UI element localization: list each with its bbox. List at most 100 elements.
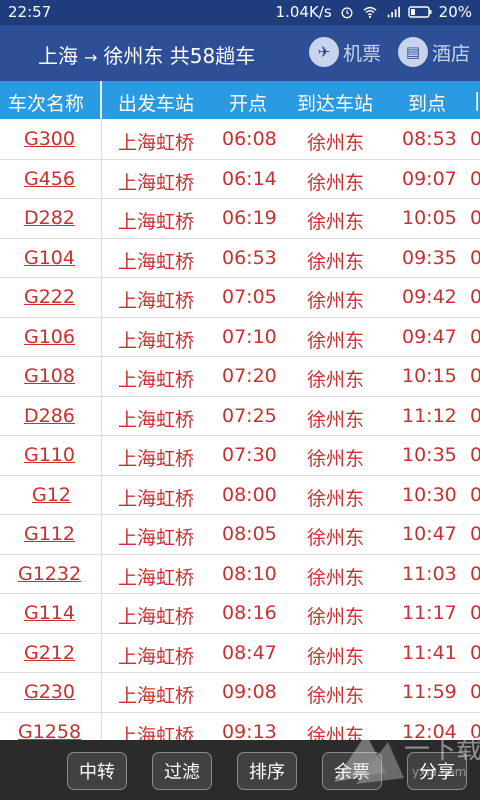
extra-cell: 0	[470, 523, 480, 545]
train-code[interactable]: G112	[24, 523, 75, 545]
hotel-button[interactable]: ▤ 酒店	[398, 37, 470, 67]
table-row[interactable]: G12 上海虹桥 08:00 徐州东 10:30 0	[0, 474, 480, 515]
arrival-time: 10:30	[402, 483, 457, 506]
extra-cell: 0	[470, 404, 480, 427]
arrival-time: 09:07	[402, 167, 457, 190]
table-row[interactable]: G110 上海虹桥 07:30 徐州东 10:35 0	[0, 435, 480, 476]
route-title: 上海 → 徐州东 共58趟车	[38, 40, 255, 69]
departure-station: 上海虹桥	[118, 211, 195, 233]
arrival-time: 11:59	[402, 681, 457, 703]
extra-cell: 0	[470, 681, 480, 703]
table-row[interactable]: D286 上海虹桥 07:25 徐州东 11:12 0	[0, 395, 480, 436]
table-row[interactable]: G104 上海虹桥 06:53 徐州东 09:35 0	[0, 237, 480, 278]
departure-time: 08:00	[222, 483, 277, 506]
transfer-button[interactable]: 中转	[67, 752, 127, 790]
arrival-station: 徐州东	[307, 685, 365, 707]
flight-button[interactable]: ✈ 机票	[309, 37, 381, 67]
departure-time: 08:05	[222, 523, 277, 545]
arrival-station: 徐州东	[307, 329, 365, 352]
arrival-time: 10:15	[402, 365, 457, 387]
network-speed: 1.04K/s	[275, 3, 332, 21]
table-row[interactable]: G114 上海虹桥 08:16 徐州东 11:17 0	[0, 593, 480, 634]
watermark-url: yxia.com	[412, 765, 466, 779]
col-departure-time[interactable]: 开点	[229, 89, 267, 116]
flight-label: 机票	[343, 42, 382, 65]
arrival-time: 08:53	[402, 128, 457, 150]
departure-station: 上海虹桥	[118, 606, 195, 628]
extra-cell: 0	[470, 641, 480, 664]
train-count: 共58趟车	[169, 44, 256, 68]
train-code[interactable]: G12	[32, 484, 71, 506]
extra-cell: 0	[470, 483, 480, 506]
arrival-station: 徐州东	[307, 408, 365, 431]
train-code[interactable]: G456	[24, 168, 75, 190]
train-code[interactable]: G104	[24, 247, 75, 269]
departure-station: 上海虹桥	[118, 724, 195, 741]
arrival-station: 徐州东	[307, 211, 365, 233]
table-row[interactable]: G112 上海虹桥 08:05 徐州东 10:47 0	[0, 514, 480, 555]
battery-icon	[407, 6, 432, 18]
departure-time: 06:19	[222, 207, 277, 229]
status-bar: 22:57 1.04K/s 20%	[0, 0, 480, 25]
table-row[interactable]: G1232 上海虹桥 08:10 徐州东 11:03 0	[0, 553, 480, 594]
arrival-station: 徐州东	[307, 527, 365, 549]
hotel-icon: ▤	[398, 37, 428, 67]
col-departure-station[interactable]: 出发车站	[118, 89, 194, 116]
arrival-station: 徐州东	[307, 448, 365, 470]
departure-time: 08:10	[222, 562, 277, 585]
departure-time: 06:08	[222, 128, 277, 150]
filter-button[interactable]: 过滤	[152, 752, 212, 790]
table-row[interactable]: G230 上海虹桥 09:08 徐州东 11:59 0	[0, 672, 480, 713]
train-code[interactable]: G222	[24, 286, 75, 308]
col-arrival-station[interactable]: 到达车站	[297, 89, 373, 116]
departure-time: 06:53	[222, 246, 277, 269]
col-train-name[interactable]: 车次名称	[8, 89, 84, 116]
departure-station: 上海虹桥	[118, 487, 195, 510]
table-row[interactable]: G106 上海虹桥 07:10 徐州东 09:47 0	[0, 316, 480, 357]
departure-station: 上海虹桥	[118, 171, 195, 194]
departure-station: 上海虹桥	[118, 645, 195, 668]
table-row[interactable]: D282 上海虹桥 06:19 徐州东 10:05 0	[0, 198, 480, 239]
table-row[interactable]: G456 上海虹桥 06:14 徐州东 09:07 0	[0, 158, 480, 199]
train-code[interactable]: G106	[24, 326, 75, 348]
train-code[interactable]: G212	[24, 642, 75, 664]
arrival-time: 09:35	[402, 246, 457, 269]
departure-station: 上海虹桥	[118, 329, 195, 352]
train-code[interactable]: G230	[24, 681, 75, 703]
arrival-station: 徐州东	[307, 290, 365, 312]
train-code[interactable]: G1232	[18, 563, 81, 585]
origin-station: 上海	[38, 44, 78, 68]
table-row[interactable]: G212 上海虹桥 08:47 徐州东 11:41 0	[0, 632, 480, 673]
status-time: 22:57	[8, 3, 52, 21]
departure-time: 08:16	[222, 602, 277, 624]
train-code[interactable]: G110	[24, 444, 75, 466]
arrival-time: 11:41	[402, 641, 457, 664]
signal-icon	[387, 6, 400, 18]
arrival-time: 10:47	[402, 523, 457, 545]
train-code[interactable]: G300	[24, 128, 75, 150]
arrival-time: 09:47	[402, 325, 457, 348]
col-arrival-time[interactable]: 到点	[408, 89, 446, 116]
arrival-station: 徐州东	[307, 645, 365, 668]
departure-station: 上海虹桥	[118, 369, 195, 391]
table-row[interactable]: G108 上海虹桥 07:20 徐州东 10:15 0	[0, 356, 480, 397]
table-row[interactable]: G300 上海虹桥 06:08 徐州东 08:53 0	[0, 119, 480, 160]
departure-time: 07:25	[222, 404, 277, 427]
arrival-time: 11:17	[402, 602, 457, 624]
col-more-indicator: |	[474, 89, 480, 111]
train-code[interactable]: D282	[24, 207, 75, 229]
train-code[interactable]: G1258	[18, 721, 81, 741]
departure-station: 上海虹桥	[118, 448, 195, 470]
table-row[interactable]: G222 上海虹桥 07:05 徐州东 09:42 0	[0, 277, 480, 318]
sort-button[interactable]: 排序	[237, 752, 297, 790]
arrival-station: 徐州东	[307, 369, 365, 391]
train-list[interactable]: G300 上海虹桥 06:08 徐州东 08:53 0 G456 上海虹桥 06…	[0, 119, 480, 740]
alarm-icon	[341, 7, 353, 19]
extra-cell: 0	[470, 128, 480, 150]
departure-time: 07:10	[222, 325, 277, 348]
battery-percent: 20%	[438, 3, 472, 21]
train-code[interactable]: D286	[24, 405, 75, 427]
train-code[interactable]: G108	[24, 365, 75, 387]
train-code[interactable]: G114	[24, 602, 75, 624]
arrival-time: 10:35	[402, 444, 457, 466]
